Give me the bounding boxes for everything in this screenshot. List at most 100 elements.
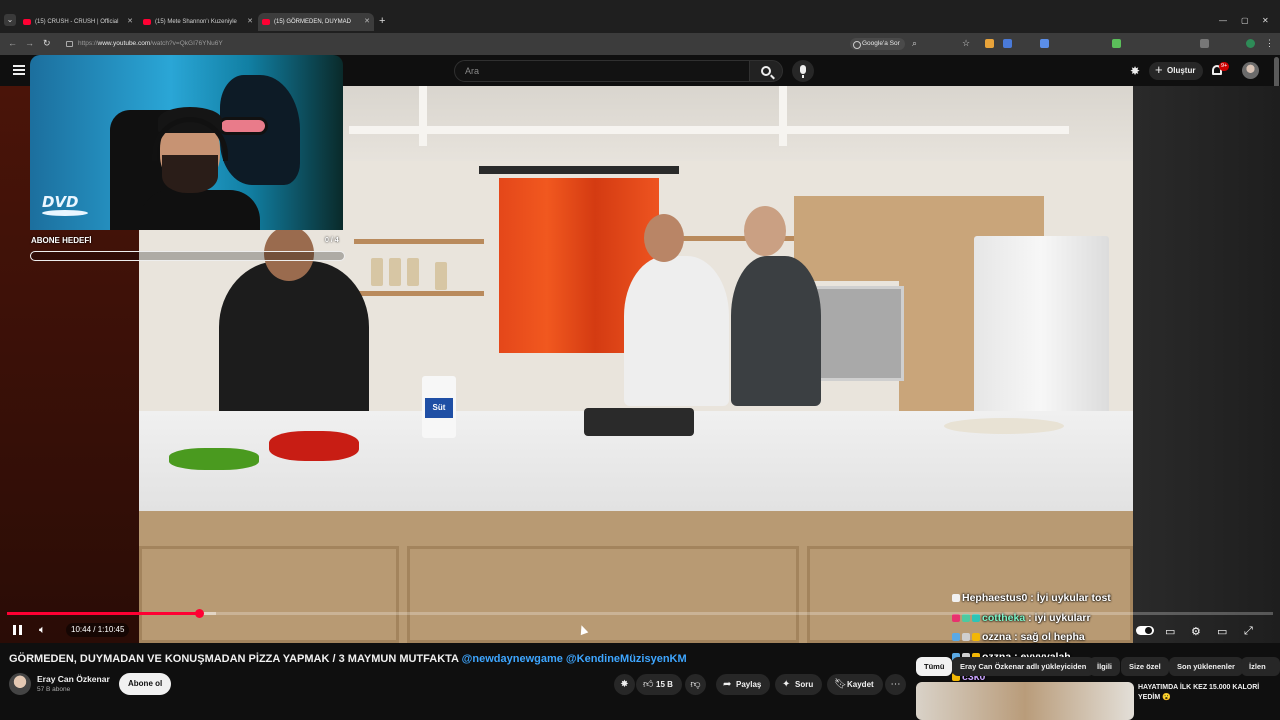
- bookmark-icon: 🔖︎: [834, 679, 847, 690]
- browser-tab-bar: ⌄ (15) CRUSH - CRUSH | Official ✕ (15) M…: [0, 0, 1280, 33]
- scene-cake-stand: [944, 418, 1064, 434]
- search-input[interactable]: Ara: [454, 60, 750, 82]
- ask-button[interactable]: ✦ Soru: [775, 674, 823, 695]
- video-title: GÖRMEDEN, DUYMADAN VE KONUŞMADAN PİZZA Y…: [9, 653, 687, 665]
- autoplay-toggle[interactable]: [1136, 626, 1154, 635]
- scene-person-middle-head: [644, 214, 684, 262]
- search-button[interactable]: [749, 60, 783, 82]
- bookmark-star-icon[interactable]: ☆: [962, 38, 970, 49]
- browser-menu-icon[interactable]: ⋮: [1265, 38, 1274, 49]
- voice-search-icon[interactable]: [792, 60, 814, 82]
- minimize-icon[interactable]: —: [1219, 16, 1227, 25]
- close-tab-icon[interactable]: ✕: [127, 13, 133, 31]
- extension-icon[interactable]: [1112, 39, 1121, 48]
- back-icon[interactable]: ←: [8, 38, 17, 48]
- premium-sparkle-icon[interactable]: ✸: [1130, 64, 1140, 78]
- chat-message-text: sağ ol hepha: [1020, 631, 1085, 644]
- search-icon: [761, 66, 771, 76]
- scene-person-middle: [624, 256, 729, 406]
- save-button[interactable]: 🔖︎ Kaydet: [827, 674, 883, 695]
- fullscreen-icon[interactable]: ⤢: [1244, 625, 1253, 638]
- recommendation-thumbnail[interactable]: [916, 682, 1134, 720]
- subscribe-button[interactable]: Abone ol: [119, 673, 172, 695]
- menu-icon[interactable]: [13, 65, 25, 75]
- more-actions-button[interactable]: ⋯: [885, 674, 906, 695]
- youtube-favicon-icon: [262, 19, 270, 25]
- time-display: 10:44 / 1:10:45: [66, 623, 130, 637]
- premium-icon[interactable]: ✸: [614, 674, 635, 695]
- tab-search-icon[interactable]: ⌄: [4, 14, 16, 26]
- dislike-button[interactable]: 👎︎: [685, 674, 706, 695]
- pause-icon[interactable]: [13, 625, 22, 635]
- like-button[interactable]: 👍︎ 15 B: [636, 674, 682, 695]
- progress-bar[interactable]: [7, 609, 1273, 618]
- scene-panel: [139, 546, 399, 643]
- scene-panel: [407, 546, 799, 643]
- duration: 1:10:45: [97, 625, 125, 634]
- chat-message: ozzna : sağ ol hepha: [952, 629, 1152, 649]
- chip-related[interactable]: İlgili: [1089, 657, 1120, 676]
- google-lens-button[interactable]: Google'a Sor: [850, 38, 905, 50]
- chat-separator: :: [1011, 631, 1021, 644]
- channel-name[interactable]: Eray Can Özkenar: [37, 674, 110, 684]
- chat-separator: :: [1027, 592, 1037, 604]
- close-tab-icon[interactable]: ✕: [364, 13, 370, 31]
- chip-from-uploader[interactable]: Eray Can Özkenar adlı yükleyiciden: [952, 657, 1095, 676]
- theater-mode-icon[interactable]: ▭: [1217, 625, 1227, 638]
- share-button[interactable]: ➦ Paylaş: [716, 674, 771, 695]
- recommendation-title[interactable]: HAYATIMDA İLK KEZ 15.000 KALORİ YEDİM 😮: [1138, 683, 1276, 703]
- url-bar[interactable]: https://www.youtube.com/watch?v=QkGI76YN…: [62, 36, 842, 52]
- chat-badge-icon: [952, 633, 960, 642]
- scene-curtain-rod: [479, 166, 679, 174]
- extension-icon[interactable]: [985, 39, 994, 48]
- browser-tab-active[interactable]: (15) GÖRMEDEN, DUYMAD ✕: [258, 13, 374, 31]
- youtube-favicon-icon: [23, 19, 31, 25]
- chip-for-you[interactable]: Size özel: [1121, 657, 1169, 676]
- scene-stove: [584, 408, 694, 436]
- site-info-icon[interactable]: [66, 41, 73, 47]
- chat-message-text: İyi uykular tost: [1036, 592, 1111, 604]
- account-avatar[interactable]: [1242, 62, 1259, 79]
- scene-cabinet: [899, 281, 974, 411]
- chip-recently-uploaded[interactable]: Son yüklenenler: [1169, 657, 1243, 676]
- chip-all[interactable]: Tümü: [916, 657, 953, 676]
- forward-icon[interactable]: →: [25, 38, 34, 48]
- mention-link[interactable]: @newdaynewgame: [462, 653, 563, 665]
- scene-jar: [407, 258, 419, 286]
- subtitles-icon[interactable]: ▭: [1165, 625, 1175, 638]
- chat-badge-icon: [962, 633, 970, 642]
- share-icon: ➦: [723, 679, 732, 690]
- scene-person-left: [219, 261, 369, 426]
- chip-watched[interactable]: İzlen: [1241, 657, 1280, 676]
- reload-icon[interactable]: ↻: [43, 38, 51, 49]
- create-button[interactable]: Oluştur: [1149, 61, 1204, 80]
- chat-username[interactable]: Hephaestus0: [962, 592, 1027, 604]
- subscriber-goal-count: 0 / 4: [325, 237, 339, 244]
- progress-played: [7, 612, 200, 615]
- scene-shelf: [354, 291, 484, 296]
- browser-tab-crush[interactable]: (15) CRUSH - CRUSH | Official ✕: [19, 13, 137, 31]
- dvd-logo: DVD: [42, 193, 88, 216]
- mention-link[interactable]: @KendineMüzisyenKM: [566, 653, 687, 665]
- settings-gear-icon[interactable]: ⚙: [1191, 625, 1201, 638]
- extensions-puzzle-icon[interactable]: [1200, 39, 1209, 48]
- scene-jar: [435, 262, 447, 290]
- extension-icon[interactable]: [1040, 39, 1049, 48]
- webcam-overlay: DVD: [30, 55, 343, 230]
- scene-jar: [389, 258, 401, 286]
- extension-icon[interactable]: [1003, 39, 1012, 48]
- profile-icon[interactable]: [1246, 39, 1255, 48]
- close-window-icon[interactable]: ✕: [1262, 16, 1269, 25]
- thumbs-up-icon: 👍︎: [643, 679, 654, 690]
- browser-tab-mete[interactable]: (15) Mete Shannon'ı Kuzeniyle ✕: [139, 13, 257, 31]
- channel-avatar[interactable]: [9, 673, 31, 695]
- scene-green-peppers: [169, 448, 259, 470]
- volume-icon[interactable]: 🔈︎: [39, 624, 46, 637]
- new-tab-button[interactable]: +: [379, 14, 385, 28]
- video-title-text: GÖRMEDEN, DUYMADAN VE KONUŞMADAN PİZZA Y…: [9, 653, 459, 665]
- close-tab-icon[interactable]: ✕: [247, 13, 253, 31]
- chat-username[interactable]: ozzna: [982, 631, 1011, 643]
- tab-label: (15) CRUSH - CRUSH | Official: [35, 19, 119, 25]
- zoom-icon[interactable]: ⌕: [912, 38, 917, 49]
- maximize-icon[interactable]: ▢: [1241, 16, 1249, 25]
